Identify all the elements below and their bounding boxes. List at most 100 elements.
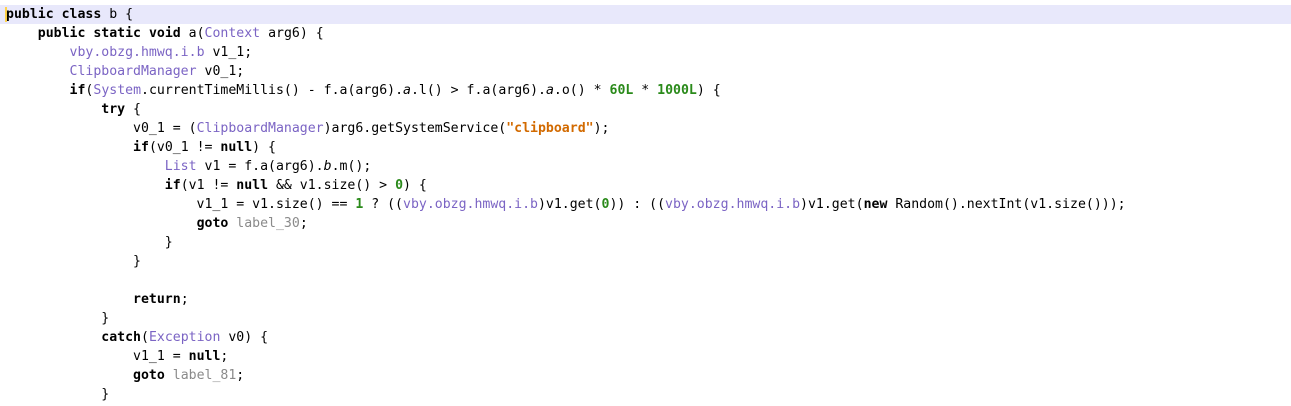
goto-label: label_81 [172, 368, 237, 383]
code-text: Random().nextInt(v1.size())); [887, 197, 1126, 212]
code-content: if(System.currentTimeMillis() - f.a(arg6… [6, 81, 721, 100]
field-token: a [545, 83, 554, 98]
code-text: && v1.size() > [268, 178, 396, 193]
type-token: ClipboardManager [69, 64, 197, 79]
code-text: ) { [252, 140, 276, 155]
keyword-token: static [93, 26, 141, 41]
keyword-token: class [61, 7, 102, 22]
goto-label: label_30 [236, 216, 300, 231]
code-content: if(v0_1 != null) { [6, 138, 276, 157]
code-text: ( [140, 330, 149, 345]
keyword-token: if [133, 140, 149, 155]
code-text: } [6, 311, 110, 326]
keyword-token: catch [101, 330, 141, 345]
code-line[interactable]: if(v0_1 != null) { [0, 138, 1291, 157]
code-text: ); [593, 121, 610, 136]
code-content: if(v1 != null && v1.size() > 0) { [6, 176, 427, 195]
code-text: )arg6.getSystemService( [323, 121, 507, 136]
keyword-token: new [863, 197, 888, 212]
code-text: )v1.get( [537, 197, 602, 212]
code-text: { [125, 102, 141, 117]
number-literal: 0 [395, 178, 404, 193]
code-content: return; [6, 290, 189, 309]
keyword-token: if [69, 83, 86, 98]
code-line[interactable]: } [0, 385, 1291, 404]
code-content: } [6, 233, 173, 252]
field-token: a [403, 83, 411, 98]
code-text: (v0_1 != [148, 140, 221, 155]
code-content: } [6, 385, 109, 404]
code-content: ClipboardManager v0_1; [6, 62, 245, 81]
code-line[interactable]: goto label_81; [0, 366, 1291, 385]
type-token: List [164, 159, 197, 174]
code-content: v1_1 = v1.size() == 1 ? ((vby.obzg.hmwq.… [6, 195, 1126, 214]
code-line[interactable]: ClipboardManager v0_1; [0, 62, 1291, 81]
code-text: v0) { [220, 330, 269, 345]
code-line[interactable]: goto label_30; [0, 214, 1291, 233]
code-line[interactable]: if(System.currentTimeMillis() - f.a(arg6… [0, 81, 1291, 100]
type-token: vby.obzg.hmwq.i.b [665, 197, 801, 212]
code-content: vby.obzg.hmwq.i.b v1_1; [6, 43, 253, 62]
code-text: ; [236, 368, 245, 383]
code-text: .m(); [331, 159, 372, 174]
code-text: ; [180, 292, 189, 307]
type-token: vby.obzg.hmwq.i.b [403, 197, 538, 212]
code-content: public static void a(Context arg6) { [6, 24, 324, 43]
code-text: .currentTimeMillis() - f.a(arg6). [141, 83, 404, 98]
code-line[interactable]: v0_1 = (ClipboardManager)arg6.getSystemS… [0, 119, 1291, 138]
type-token: Context [204, 26, 261, 41]
type-token: Exception [148, 330, 221, 345]
code-text: .l() > f.a(arg6). [410, 83, 546, 98]
code-line[interactable]: catch(Exception v0) { [0, 328, 1291, 347]
code-line[interactable]: } [0, 309, 1291, 328]
code-text: ) { [696, 83, 721, 98]
code-text: arg6) { [260, 26, 324, 41]
code-editor[interactable]: public class b { public static void a(Co… [0, 0, 1291, 406]
number-literal: 60L [609, 83, 634, 98]
code-text: )) : (( [609, 197, 666, 212]
code-text: v1_1; [204, 45, 253, 60]
code-text: b { [101, 7, 134, 22]
keyword-token: null [220, 140, 253, 155]
code-line[interactable]: vby.obzg.hmwq.i.b v1_1; [0, 43, 1291, 62]
code-text: v0_1; [196, 64, 245, 79]
keyword-token: try [101, 102, 126, 117]
keyword-token: void [148, 26, 181, 41]
code-content: v1_1 = null; [6, 347, 228, 366]
code-line[interactable]: v1_1 = v1.size() == 1 ? ((vby.obzg.hmwq.… [0, 195, 1291, 214]
code-line[interactable]: } [0, 233, 1291, 252]
code-content: v0_1 = (ClipboardManager)arg6.getSystemS… [6, 119, 609, 138]
code-line[interactable]: List v1 = f.a(arg6).b.m(); [0, 157, 1291, 176]
string-literal: "clipboard" [506, 121, 594, 136]
code-text: * [633, 83, 658, 98]
code-text: v0_1 = ( [6, 121, 197, 136]
code-line[interactable]: return; [0, 290, 1291, 309]
code-line[interactable]: try { [0, 100, 1291, 119]
code-content: try { [6, 100, 141, 119]
keyword-token: public [6, 7, 54, 22]
code-line[interactable]: public static void a(Context arg6) { [0, 24, 1291, 43]
code-line[interactable]: } [0, 252, 1291, 271]
keyword-token: return [133, 292, 181, 307]
code-line[interactable]: v1_1 = null; [0, 347, 1291, 366]
code-line[interactable] [0, 271, 1291, 290]
code-content: List v1 = f.a(arg6).b.m(); [6, 157, 371, 176]
code-content: } [6, 252, 141, 271]
code-text: (v1 != [180, 178, 237, 193]
keyword-token: if [164, 178, 181, 193]
code-content: public class b { [6, 5, 133, 24]
code-content: catch(Exception v0) { [6, 328, 268, 347]
type-token: vby.obzg.hmwq.i.b [69, 45, 205, 60]
keyword-token: goto [133, 368, 165, 383]
field-token: b [323, 159, 332, 174]
current-code-line[interactable]: public class b { [0, 5, 1291, 24]
code-line[interactable]: if(v1 != null && v1.size() > 0) { [0, 176, 1291, 195]
code-text: .o() * [553, 83, 610, 98]
